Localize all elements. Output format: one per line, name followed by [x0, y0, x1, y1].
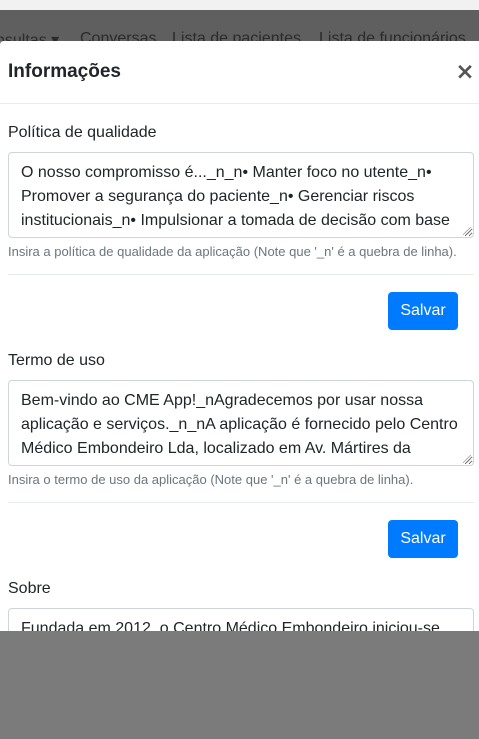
nav-item-lista-funcionarios: Lista de funcionários	[319, 30, 466, 41]
termo-uso-help: Insira o termo de uso da aplicação (Note…	[8, 472, 414, 487]
modal-title: Informações	[8, 61, 121, 82]
sobre-textarea[interactable]: Fundada em 2012, o Centro Médico Embonde…	[8, 608, 474, 631]
divider	[8, 502, 474, 503]
background-navbar: nsultas ▾ Conversas Lista de pacientes L…	[0, 10, 479, 41]
sobre-label: Sobre	[8, 580, 51, 597]
save-termo-button[interactable]: Salvar	[388, 520, 458, 558]
modal-header: Informações ×	[0, 41, 479, 104]
divider	[8, 274, 474, 275]
nav-item-consultas: nsultas ▾	[0, 32, 60, 41]
resize-handle[interactable]	[463, 227, 471, 235]
close-icon: ×	[455, 59, 475, 85]
close-button[interactable]: ×	[452, 58, 478, 86]
info-modal: Informações × Política de qualidade O no…	[0, 41, 479, 631]
nav-item-lista-pacientes: Lista de pacientes	[172, 30, 301, 41]
politica-qualidade-textarea[interactable]: O nosso compromisso é..._n_n• Manter foc…	[8, 152, 474, 238]
save-politica-button[interactable]: Salvar	[388, 292, 458, 330]
nav-item-conversas: Conversas	[80, 30, 157, 41]
termo-uso-label: Termo de uso	[8, 352, 105, 369]
browser-top-strip	[0, 0, 479, 10]
politica-qualidade-label: Política de qualidade	[8, 124, 157, 141]
politica-qualidade-help: Insira a política de qualidade da aplica…	[8, 244, 457, 259]
resize-handle[interactable]	[463, 455, 471, 463]
termo-uso-textarea[interactable]: Bem-vindo ao CME App!_nAgradecemos por u…	[8, 380, 474, 466]
